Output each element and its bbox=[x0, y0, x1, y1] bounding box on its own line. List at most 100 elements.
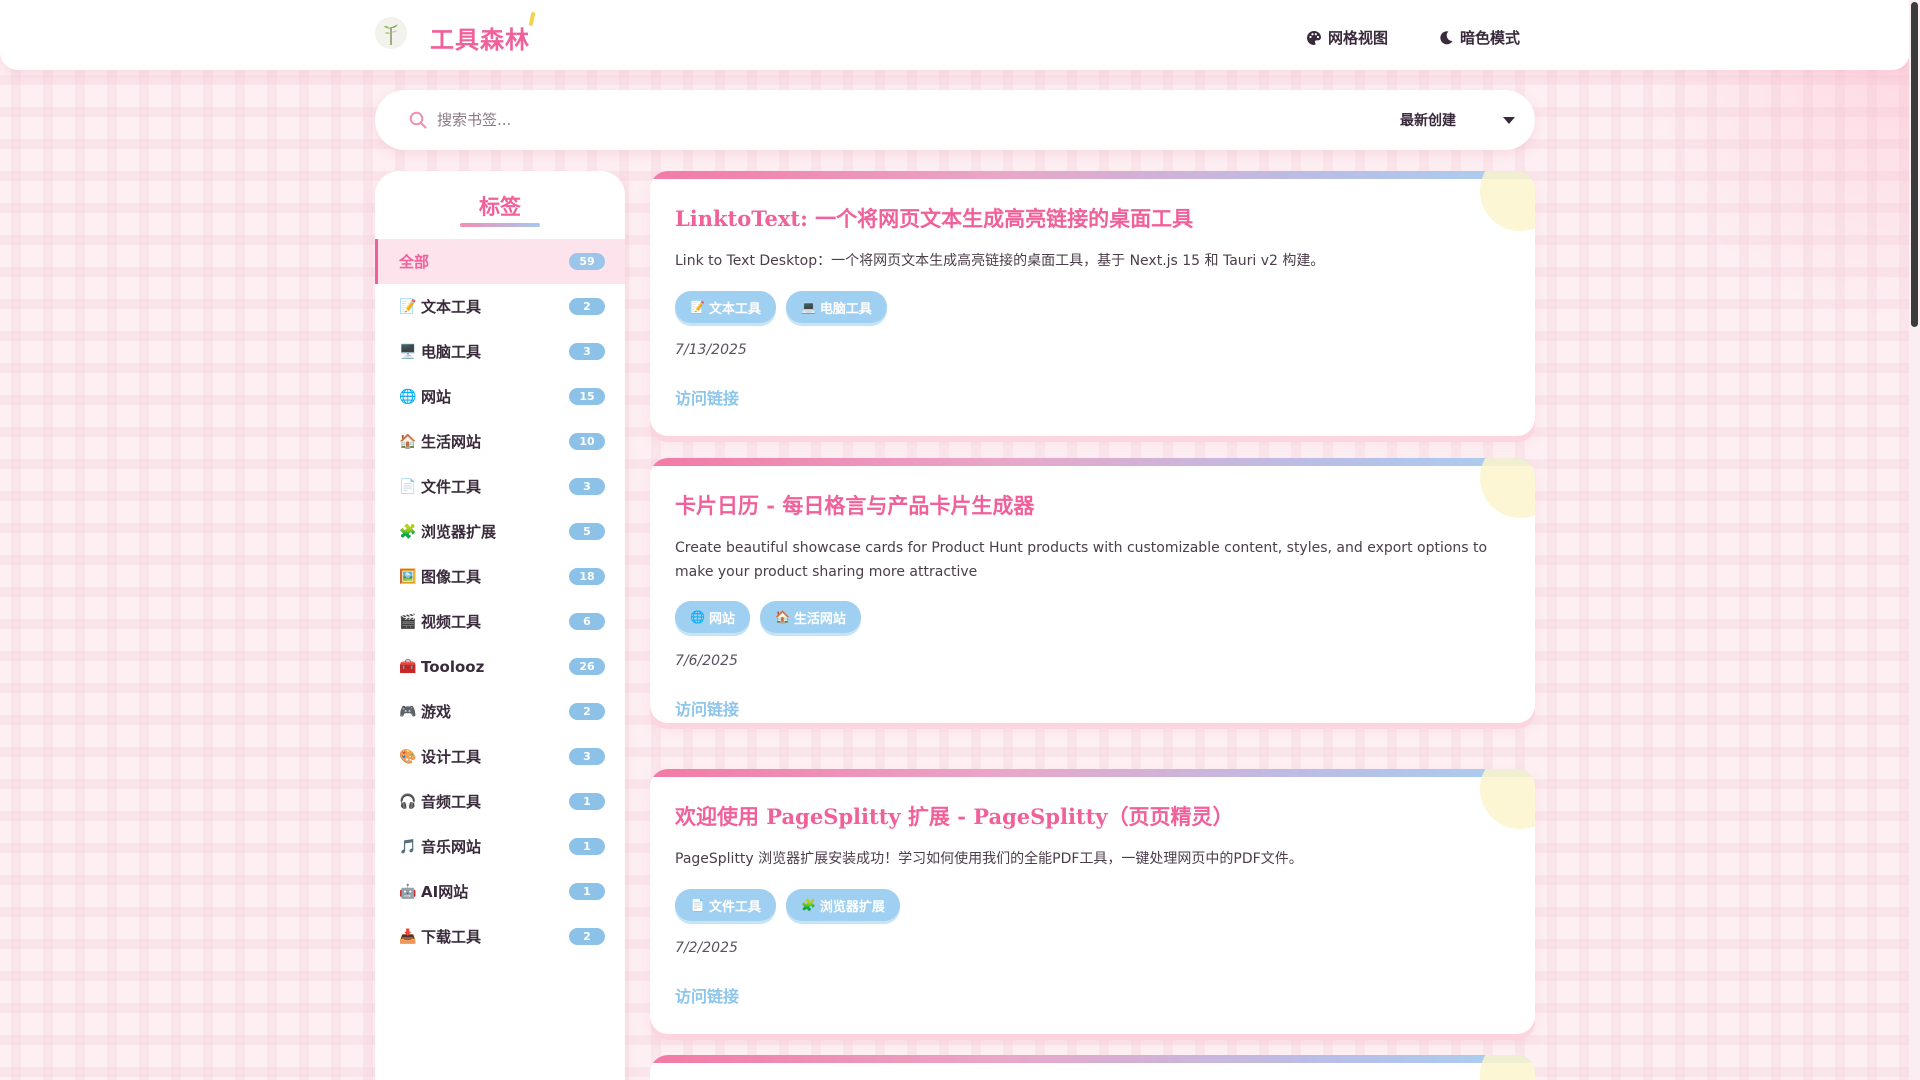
sort-select[interactable]: 最新创建 bbox=[1400, 103, 1515, 137]
house-icon: 🏠 bbox=[774, 610, 790, 624]
sidebar-item-label: 电脑工具 bbox=[421, 343, 482, 361]
sidebar-item-label: 图像工具 bbox=[421, 568, 482, 586]
sidebar-item-label: 文件工具 bbox=[421, 478, 482, 496]
count-badge: 15 bbox=[569, 388, 605, 405]
card-description: Create beautiful showcase cards for Prod… bbox=[675, 540, 1488, 580]
sidebar-item-all[interactable]: 全部 59 bbox=[375, 239, 625, 284]
tag-chip-life-websites[interactable]: 🏠 生活网站 bbox=[759, 601, 861, 633]
document-icon: 📄 bbox=[690, 898, 705, 912]
card-tags: 🌐 网站 🏠 生活网站 bbox=[675, 601, 861, 633]
visit-link[interactable]: 访问链接 bbox=[675, 696, 739, 720]
logo-icon[interactable] bbox=[375, 17, 407, 49]
card-gradient-bar bbox=[650, 171, 1535, 179]
card-decoration bbox=[1480, 458, 1535, 518]
count-badge: 2 bbox=[569, 703, 605, 720]
card-gradient-bar bbox=[650, 458, 1535, 466]
tag-sidebar: 标签 全部 59 📝 文本工具 2 🖥️ 电脑工具 3 🌐 网站 15 🏠 生活… bbox=[375, 171, 625, 1080]
picture-icon: 🖼️ bbox=[399, 568, 417, 585]
sidebar-item-file-tools[interactable]: 📄 文件工具 3 bbox=[375, 464, 625, 509]
palette-icon bbox=[1307, 30, 1321, 45]
card-decoration bbox=[1480, 171, 1535, 231]
tag-chip-websites[interactable]: 🌐 网站 bbox=[675, 601, 750, 633]
download-tray-icon: 📥 bbox=[399, 928, 417, 945]
sidebar-item-websites[interactable]: 🌐 网站 15 bbox=[375, 374, 625, 419]
music-note-icon: 🎵 bbox=[399, 838, 417, 855]
sidebar-item-label: 浏览器扩展 bbox=[421, 523, 497, 541]
sidebar-item-label: 设计工具 bbox=[421, 748, 482, 766]
robot-icon: 🤖 bbox=[399, 883, 417, 900]
card-date: 7/6/2025 bbox=[675, 653, 738, 669]
brand-title[interactable]: 工具森林 bbox=[430, 20, 530, 55]
sidebar-item-text-tools[interactable]: 📝 文本工具 2 bbox=[375, 284, 625, 329]
sidebar-item-download-tools[interactable]: 📥 下载工具 2 bbox=[375, 914, 625, 959]
sidebar-item-life-websites[interactable]: 🏠 生活网站 10 bbox=[375, 419, 625, 464]
count-badge: 6 bbox=[569, 613, 605, 630]
bookmark-card-partial bbox=[650, 1055, 1535, 1080]
count-badge: 1 bbox=[569, 793, 605, 810]
card-title[interactable]: 欢迎使用 PageSplitty 扩展 - PageSplitty（页页精灵） bbox=[675, 801, 1234, 831]
dark-mode-button[interactable]: 暗色模式 bbox=[1438, 27, 1520, 48]
card-tags: 📄 文件工具 🧩 浏览器扩展 bbox=[675, 889, 900, 921]
count-badge: 26 bbox=[569, 658, 605, 675]
toolbox-icon: 🧰 bbox=[399, 658, 417, 675]
sidebar-item-design-tools[interactable]: 🎨 设计工具 3 bbox=[375, 734, 625, 779]
sidebar-item-label: 文本工具 bbox=[421, 298, 482, 316]
scrollbar-thumb[interactable] bbox=[1911, 2, 1918, 327]
tag-chip-file-tools[interactable]: 📄 文件工具 bbox=[675, 889, 776, 921]
sidebar-item-label: 全部 bbox=[399, 253, 430, 271]
grid-view-label: 网格视图 bbox=[1328, 29, 1389, 47]
sidebar-item-audio-tools[interactable]: 🎧 音频工具 1 bbox=[375, 779, 625, 824]
laptop-icon: 💻 bbox=[800, 300, 816, 314]
count-badge: 3 bbox=[569, 748, 605, 765]
tag-chip-browser-extensions[interactable]: 🧩 浏览器扩展 bbox=[785, 889, 900, 921]
page-scrollbar[interactable] bbox=[1909, 0, 1920, 1080]
sidebar-item-image-tools[interactable]: 🖼️ 图像工具 18 bbox=[375, 554, 625, 599]
visit-link[interactable]: 访问链接 bbox=[675, 385, 739, 409]
sort-value: 最新创建 bbox=[1400, 113, 1456, 129]
tag-chip-label: 浏览器扩展 bbox=[819, 899, 885, 915]
sidebar-item-computer-tools[interactable]: 🖥️ 电脑工具 3 bbox=[375, 329, 625, 374]
tag-chip-text-tools[interactable]: 📝 文本工具 bbox=[675, 291, 776, 323]
sidebar-item-video-tools[interactable]: 🎬 视频工具 6 bbox=[375, 599, 625, 644]
clapper-icon: 🎬 bbox=[399, 613, 417, 630]
visit-link[interactable]: 访问链接 bbox=[675, 983, 739, 1007]
card-date: 7/13/2025 bbox=[675, 342, 747, 358]
count-badge: 2 bbox=[569, 928, 605, 945]
grid-view-button[interactable]: 网格视图 bbox=[1306, 27, 1388, 48]
sidebar-item-music-websites[interactable]: 🎵 音乐网站 1 bbox=[375, 824, 625, 869]
card-gradient-bar bbox=[650, 1055, 1535, 1063]
bookmark-card: 欢迎使用 PageSplitty 扩展 - PageSplitty（页页精灵） … bbox=[650, 769, 1535, 1034]
card-title[interactable]: LinktoText: 一个将网页文本生成高亮链接的桌面工具 bbox=[675, 203, 1193, 233]
chevron-down-icon bbox=[1503, 116, 1515, 124]
puzzle-icon: 🧩 bbox=[399, 523, 417, 540]
card-description: Link to Text Desktop：一个将网页文本生成高亮链接的桌面工具，… bbox=[675, 253, 1325, 269]
globe-icon: 🌐 bbox=[690, 610, 705, 624]
sidebar-item-label: 视频工具 bbox=[421, 613, 482, 631]
card-tags: 📝 文本工具 💻 电脑工具 bbox=[675, 291, 887, 323]
sidebar-item-ai-websites[interactable]: 🤖 AI网站 1 bbox=[375, 869, 625, 914]
sidebar-item-label: Toolooz bbox=[421, 657, 485, 676]
count-badge: 18 bbox=[569, 568, 605, 585]
tag-chip-label: 电脑工具 bbox=[819, 301, 872, 317]
search-input[interactable] bbox=[437, 106, 1337, 134]
count-badge: 1 bbox=[569, 883, 605, 900]
tag-chip-computer-tools[interactable]: 💻 电脑工具 bbox=[785, 291, 887, 323]
globe-icon: 🌐 bbox=[399, 388, 417, 405]
sidebar-item-games[interactable]: 🎮 游戏 2 bbox=[375, 689, 625, 734]
tag-chip-label: 生活网站 bbox=[793, 611, 846, 627]
sparkle-icon bbox=[528, 11, 536, 27]
card-decoration bbox=[1480, 1055, 1535, 1080]
tag-chip-label: 文件工具 bbox=[708, 899, 761, 915]
sidebar-item-browser-extensions[interactable]: 🧩 浏览器扩展 5 bbox=[375, 509, 625, 554]
title-underline bbox=[460, 223, 540, 227]
bookmark-card: 卡片日历 - 每日格言与产品卡片生成器 Create beautiful sho… bbox=[650, 458, 1535, 723]
top-header: 工具森林 网格视图 暗色模式 bbox=[0, 0, 1910, 70]
search-bar: 最新创建 bbox=[375, 90, 1535, 150]
sidebar-item-label: 网站 bbox=[421, 388, 452, 406]
sidebar-item-toolooz[interactable]: 🧰 Toolooz 26 bbox=[375, 644, 625, 689]
count-badge: 5 bbox=[569, 523, 605, 540]
card-title[interactable]: 卡片日历 - 每日格言与产品卡片生成器 bbox=[675, 490, 1034, 520]
headphones-icon: 🎧 bbox=[399, 793, 417, 810]
moon-icon bbox=[1440, 30, 1453, 44]
card-description: PageSplitty 浏览器扩展安装成功！学习如何使用我们的全能PDF工具，一… bbox=[675, 851, 1303, 867]
